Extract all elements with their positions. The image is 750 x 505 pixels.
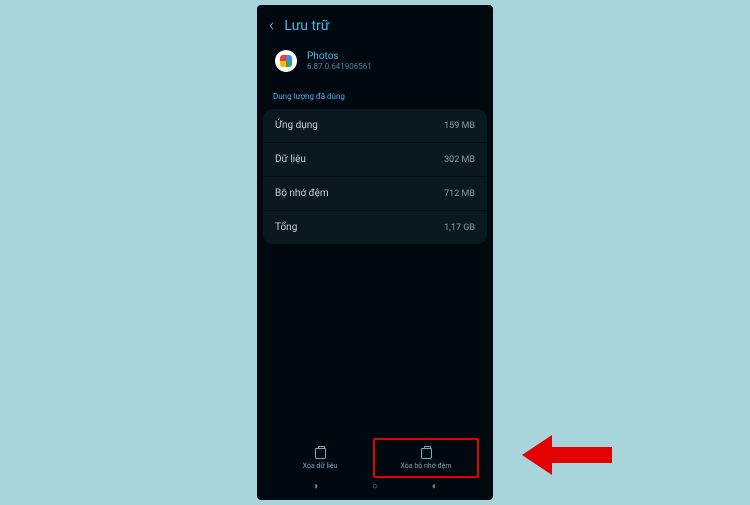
action-label: Xóa bộ nhớ đệm — [400, 462, 451, 470]
phone-screen: ‹ Lưu trữ Photos 6.87.0.641906561 Dung l… — [257, 5, 493, 500]
storage-label: Bộ nhớ đệm — [275, 188, 329, 199]
bottom-actions: Xóa dữ liệu Xóa bộ nhớ đệm — [257, 442, 493, 474]
trash-icon — [315, 448, 326, 459]
header: ‹ Lưu trữ — [257, 5, 493, 42]
nav-recent-icon[interactable]: ◗ — [313, 481, 319, 492]
section-title: Dung lượng đã dùng — [257, 86, 493, 109]
photos-app-icon — [275, 50, 297, 72]
storage-row-app[interactable]: Ứng dụng 159 MB — [263, 109, 487, 143]
storage-row-total[interactable]: Tổng 1,17 GB — [263, 211, 487, 244]
page-title: Lưu trữ — [284, 18, 329, 34]
back-icon[interactable]: ‹ — [269, 15, 274, 36]
storage-value: 302 MB — [444, 155, 475, 165]
annotation-arrow — [522, 435, 622, 475]
clear-cache-button[interactable]: Xóa bộ nhớ đệm — [373, 438, 479, 478]
app-name: Photos — [307, 51, 372, 62]
action-label: Xóa dữ liệu — [303, 462, 338, 470]
app-info-section: Photos 6.87.0.641906561 — [257, 42, 493, 86]
clear-data-button[interactable]: Xóa dữ liệu — [269, 442, 371, 474]
nav-home-icon[interactable]: ○ — [372, 481, 378, 492]
nav-bar: ◗ ○ ◖ — [257, 477, 493, 496]
storage-value: 712 MB — [444, 189, 475, 199]
trash-icon — [421, 448, 432, 459]
storage-value: 1,17 GB — [444, 223, 475, 233]
storage-label: Ứng dụng — [275, 120, 318, 131]
storage-label: Tổng — [275, 222, 297, 233]
app-version: 6.87.0.641906561 — [307, 62, 372, 71]
storage-list: Ứng dụng 159 MB Dữ liệu 302 MB Bộ nhớ đệ… — [263, 109, 487, 244]
storage-value: 159 MB — [444, 121, 475, 131]
nav-back-icon[interactable]: ◖ — [431, 481, 437, 492]
storage-label: Dữ liệu — [275, 154, 306, 165]
storage-row-data[interactable]: Dữ liệu 302 MB — [263, 143, 487, 177]
storage-row-cache[interactable]: Bộ nhớ đệm 712 MB — [263, 177, 487, 211]
app-details: Photos 6.87.0.641906561 — [307, 51, 372, 71]
